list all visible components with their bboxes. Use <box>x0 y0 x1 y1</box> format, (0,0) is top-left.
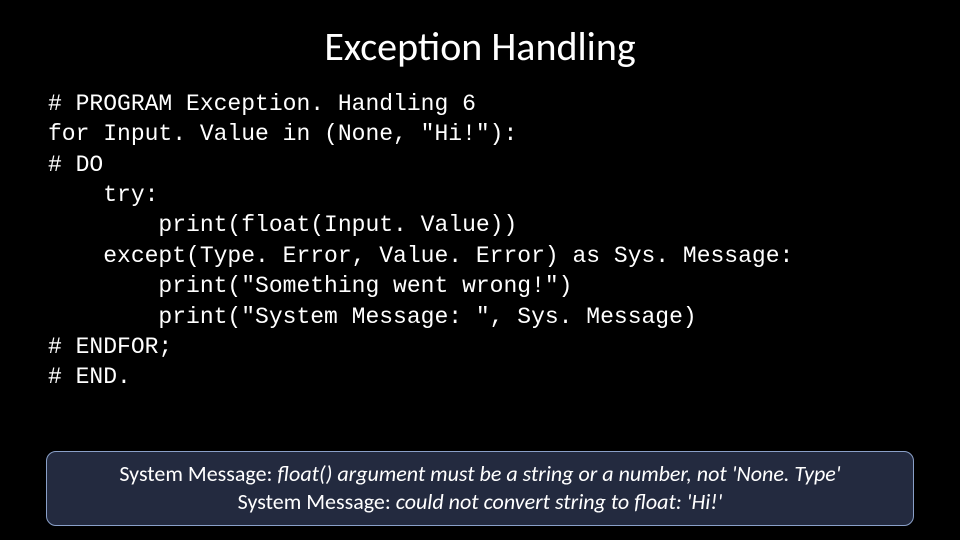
code-line: # ENDFOR; <box>48 332 912 362</box>
output-message: could not convert string to float: 'Hi!' <box>396 488 723 515</box>
code-line: # PROGRAM Exception. Handling 6 <box>48 89 912 119</box>
slide-title: Exception Handling <box>0 0 960 89</box>
output-line: System Message: float() argument must be… <box>59 460 901 488</box>
code-line: except(Type. Error, Value. Error) as Sys… <box>48 241 912 271</box>
output-message: float() argument must be a string or a n… <box>277 460 840 487</box>
code-line: print("System Message: ", Sys. Message) <box>48 302 912 332</box>
code-line: try: <box>48 180 912 210</box>
code-line: # END. <box>48 362 912 392</box>
code-line: print(float(Input. Value)) <box>48 210 912 240</box>
output-line: System Message: could not convert string… <box>59 488 901 516</box>
code-block: # PROGRAM Exception. Handling 6 for Inpu… <box>0 89 960 393</box>
output-label: System Message: <box>238 488 396 515</box>
code-line: # DO <box>48 150 912 180</box>
output-box: System Message: float() argument must be… <box>46 451 914 526</box>
slide: Exception Handling # PROGRAM Exception. … <box>0 0 960 540</box>
code-line: for Input. Value in (None, "Hi!"): <box>48 119 912 149</box>
output-label: System Message: <box>119 460 277 487</box>
code-line: print("Something went wrong!") <box>48 271 912 301</box>
